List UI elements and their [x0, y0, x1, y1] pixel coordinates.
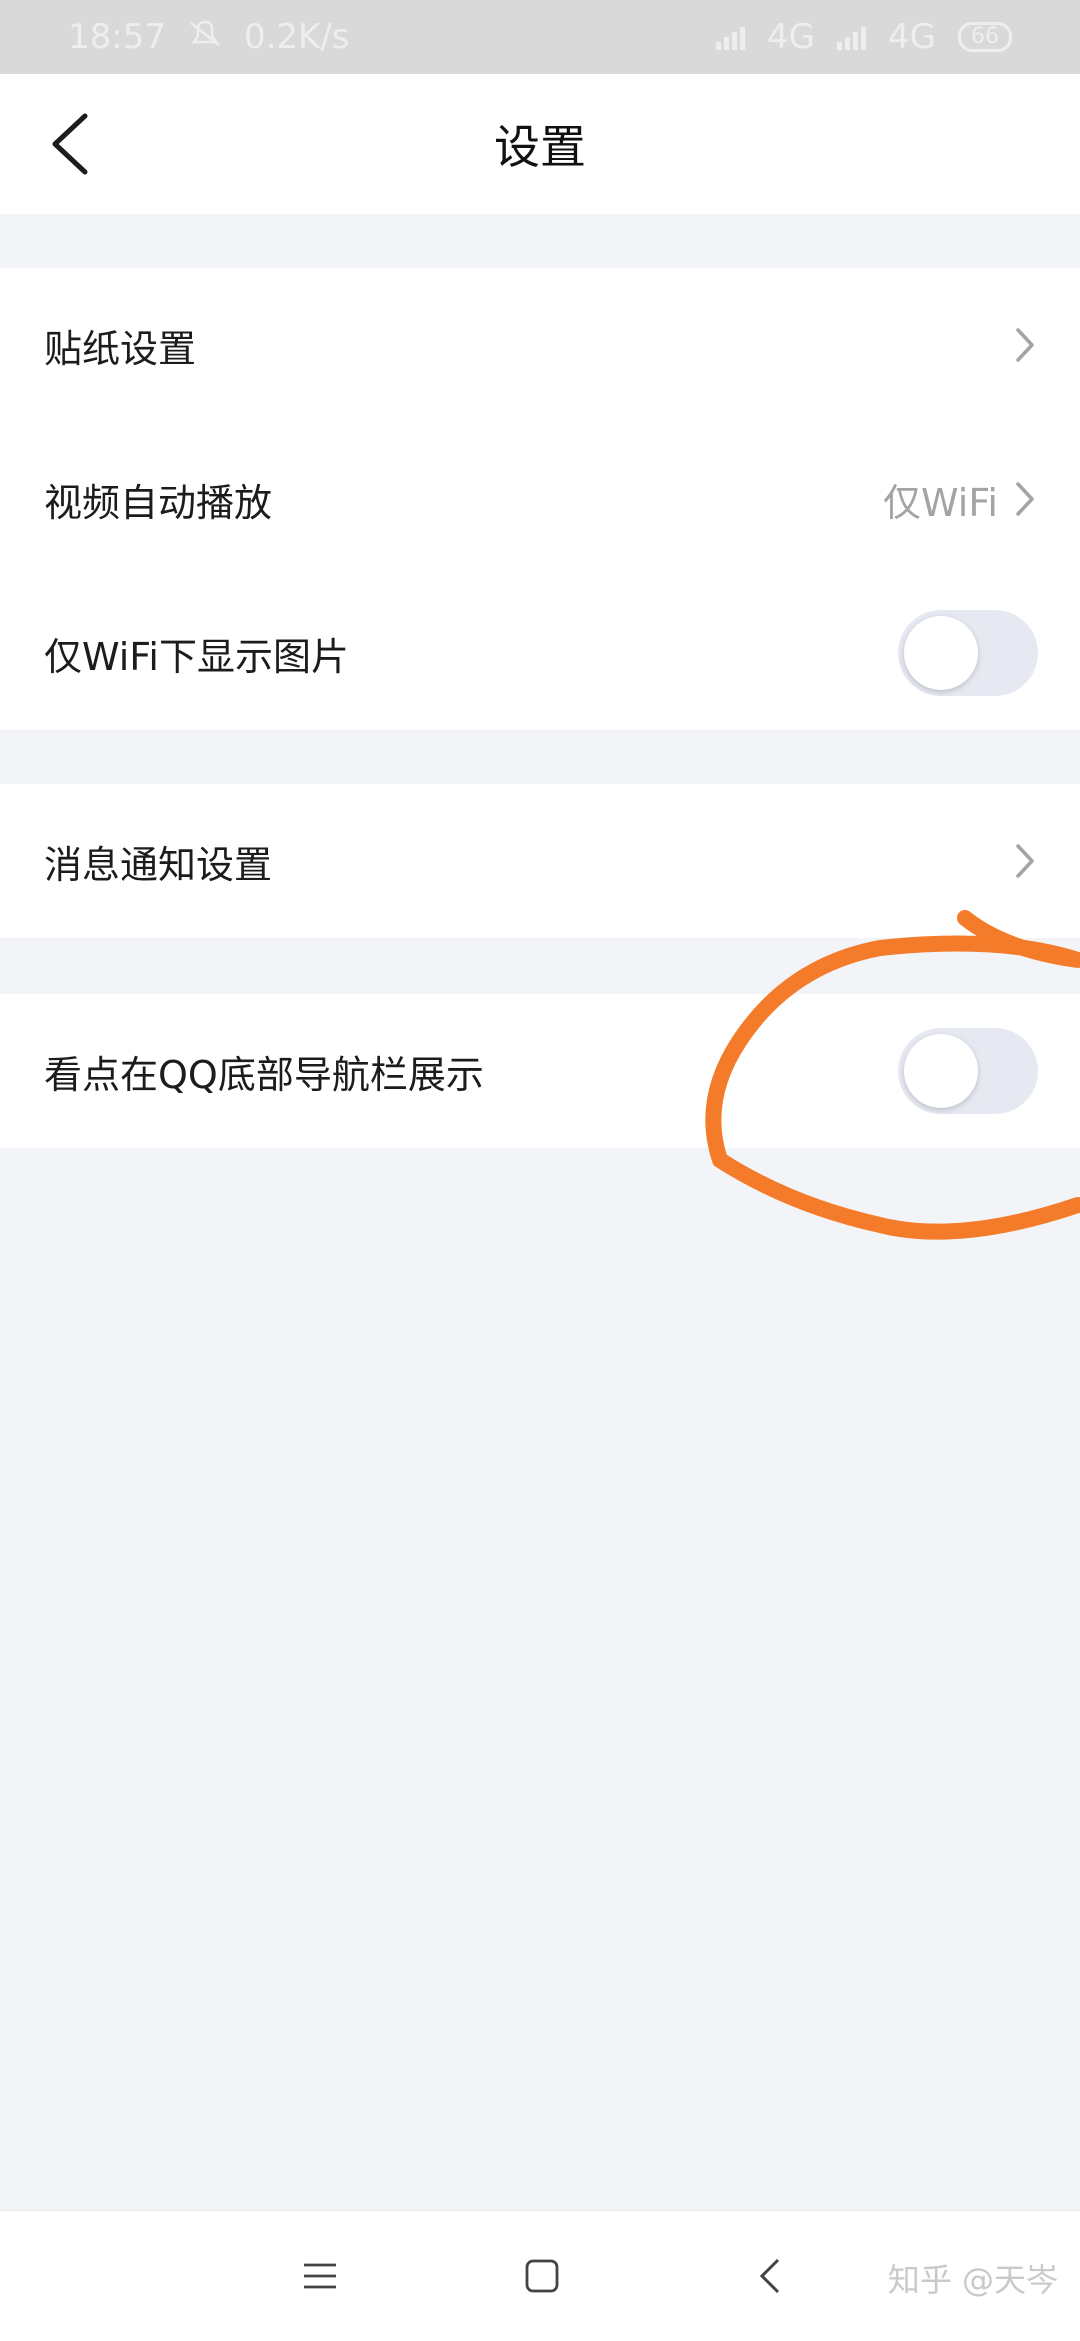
video-autoplay-row[interactable]: 视频自动播放 仅WiFi	[0, 422, 1080, 576]
network-type-1: 4G	[767, 17, 816, 57]
net-speed: 0.2K/s	[243, 17, 350, 57]
battery-icon: 66	[958, 22, 1012, 52]
page-title: 设置	[494, 120, 586, 174]
wifi-images-toggle[interactable]	[898, 610, 1038, 696]
square-home-icon	[525, 2259, 559, 2293]
status-time: 18:57	[68, 17, 166, 57]
signal-icon	[837, 24, 867, 50]
home-button[interactable]	[512, 2246, 572, 2306]
chevron-right-icon	[1016, 328, 1034, 362]
sticker-settings-label: 贴纸设置	[44, 326, 197, 371]
settings-group-navbar: 看点在QQ底部导航栏展示	[0, 994, 1080, 1148]
chevron-left-icon	[52, 113, 88, 175]
video-autoplay-value: 仅WiFi	[883, 480, 998, 525]
wifi-images-row: 仅WiFi下显示图片	[0, 576, 1080, 730]
back-button[interactable]	[30, 104, 110, 184]
system-back-button[interactable]	[740, 2246, 800, 2306]
menu-icon	[304, 2263, 336, 2289]
alarm-icon	[188, 17, 222, 57]
notification-settings-label: 消息通知设置	[44, 842, 273, 887]
chevron-right-icon	[1016, 482, 1034, 516]
system-nav-bar: 知乎 @天岑	[0, 2210, 1080, 2341]
sticker-settings-row[interactable]: 贴纸设置	[0, 268, 1080, 422]
status-left: 18:57 0.2K/s	[68, 17, 350, 57]
row-right: 仅WiFi	[883, 472, 1038, 527]
triangle-back-icon	[759, 2258, 780, 2294]
video-autoplay-label: 视频自动播放	[44, 480, 273, 525]
row-right	[1012, 325, 1038, 365]
signal-icon	[716, 24, 746, 50]
chevron-right-icon	[1016, 844, 1034, 878]
settings-group-notifications: 消息通知设置	[0, 784, 1080, 938]
notification-settings-row[interactable]: 消息通知设置	[0, 784, 1080, 938]
nav-header: 设置	[0, 74, 1080, 214]
network-type-2: 4G	[888, 17, 936, 57]
row-right	[1012, 841, 1038, 881]
navbar-display-row: 看点在QQ底部导航栏展示	[0, 994, 1080, 1148]
wifi-images-label: 仅WiFi下显示图片	[44, 634, 349, 679]
toggle-knob	[904, 1034, 978, 1108]
toggle-knob	[904, 616, 978, 690]
status-bar: 18:57 0.2K/s 4G 4G 66	[0, 0, 1080, 74]
navbar-display-label: 看点在QQ底部导航栏展示	[44, 1052, 484, 1097]
settings-group-display: 贴纸设置 视频自动播放 仅WiFi 仅WiFi下显示图片	[0, 268, 1080, 730]
battery-level: 66	[971, 24, 999, 49]
watermark: 知乎 @天岑	[887, 2261, 1058, 2299]
navbar-display-toggle[interactable]	[898, 1028, 1038, 1114]
status-right: 4G 4G 66	[716, 17, 1012, 57]
menu-button[interactable]	[290, 2246, 350, 2306]
